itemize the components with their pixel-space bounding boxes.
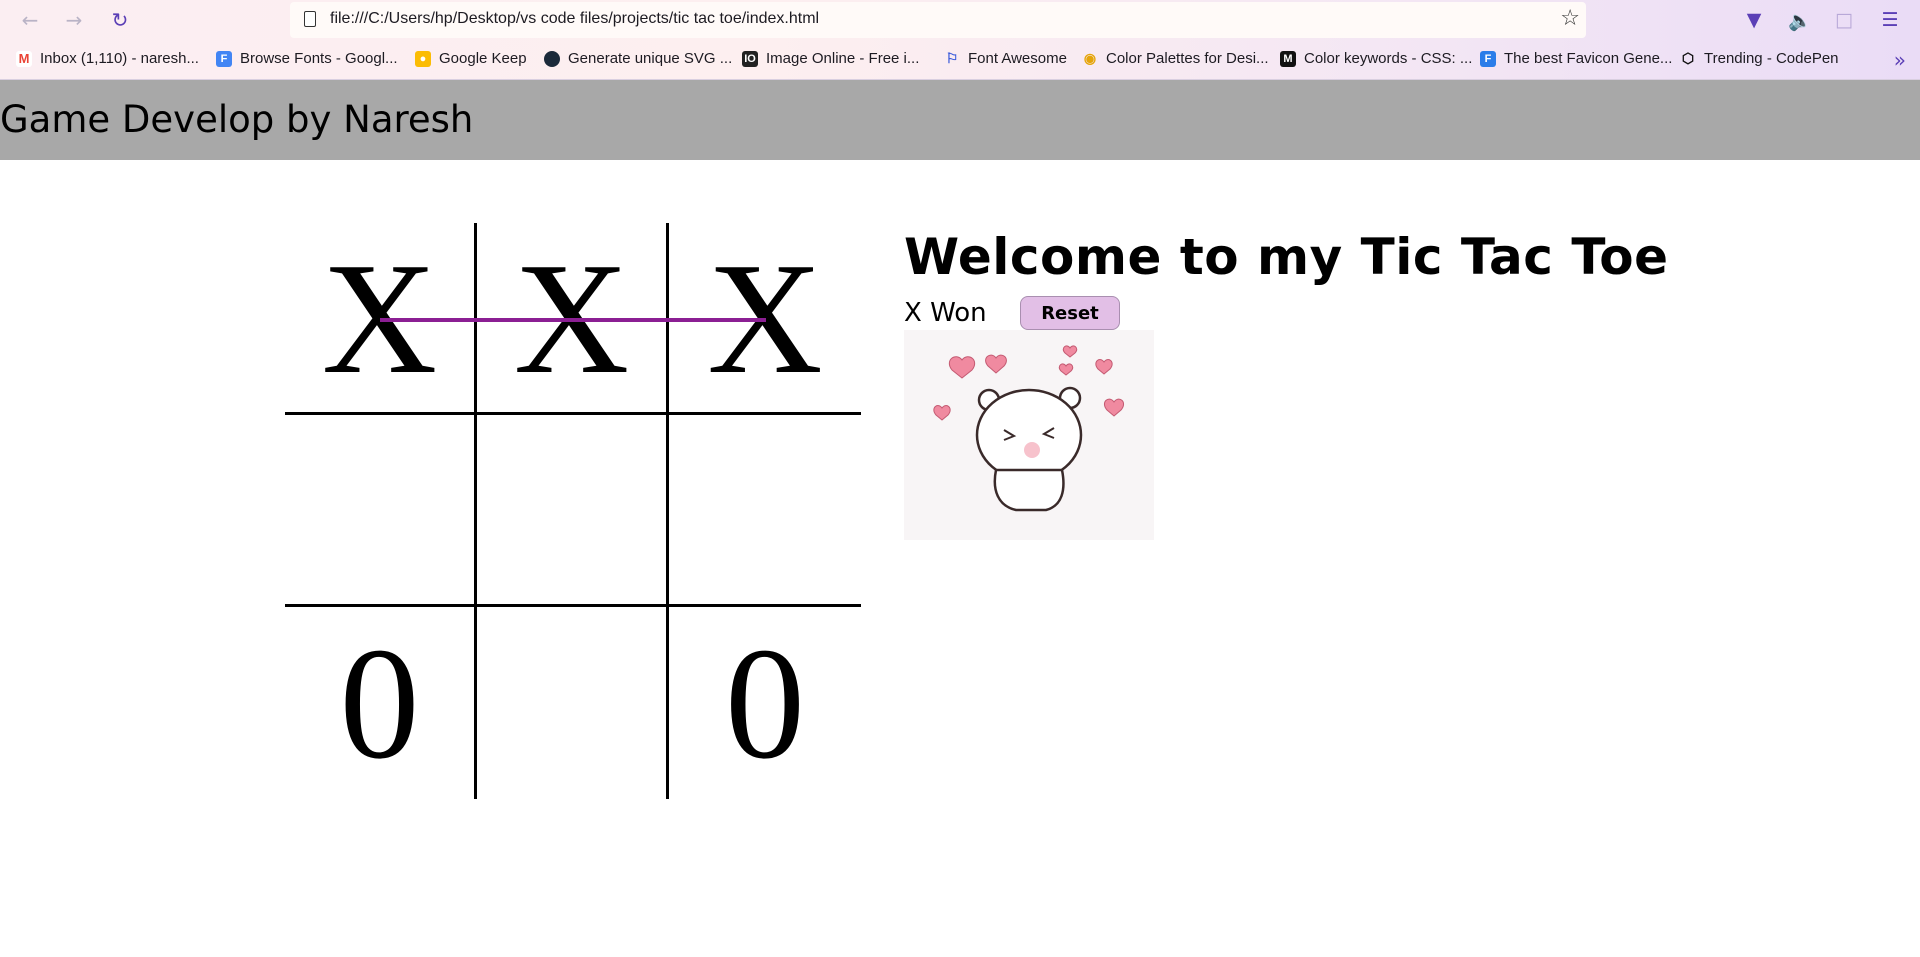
board-cell[interactable]	[669, 415, 861, 607]
bookmark-item[interactable]: ◉ Color Palettes for Desi...	[1082, 50, 1269, 67]
bookmark-item[interactable]: ⚐ Font Awesome	[944, 50, 1067, 67]
menu-icon[interactable]: ☰	[1876, 6, 1904, 34]
codepen-icon: ⬡	[1681, 50, 1695, 66]
board-cell[interactable]	[285, 415, 477, 607]
bookmark-label: The best Favicon Gene...	[1504, 50, 1673, 67]
reload-icon[interactable]: ↻	[106, 6, 134, 34]
bookmarks-bar: M Inbox (1,110) - naresh... F Browse Fon…	[0, 40, 1920, 80]
page-title: Game Develop by Naresh	[0, 98, 474, 141]
extension-icon[interactable]: □	[1830, 6, 1858, 34]
winning-line	[380, 318, 766, 322]
celebration-bear-image	[904, 330, 1154, 540]
forward-arrow-icon[interactable]: →	[60, 6, 88, 34]
board-cell[interactable]: 0	[669, 607, 861, 799]
bookmark-label: Color keywords - CSS: ...	[1304, 50, 1473, 67]
io-icon: IO	[742, 50, 758, 67]
bookmark-item[interactable]: IO Image Online - Free i...	[742, 50, 919, 67]
bookmark-item[interactable]: ⬡ Trending - CodePen	[1680, 50, 1839, 67]
page-icon	[304, 11, 316, 27]
board-cell[interactable]: 0	[285, 607, 477, 799]
bookmark-item[interactable]: M Inbox (1,110) - naresh...	[16, 50, 199, 67]
bookmark-label: Inbox (1,110) - naresh...	[40, 50, 199, 67]
reset-button[interactable]: Reset	[1020, 296, 1120, 330]
bookmark-label: Generate unique SVG ...	[568, 50, 733, 67]
page-header: Game Develop by Naresh	[0, 80, 1920, 160]
bookmark-item[interactable]: M Color keywords - CSS: ...	[1280, 50, 1472, 67]
svg-generator-icon	[544, 50, 560, 67]
info-panel: Welcome to my Tic Tac Toe X Won Reset	[904, 228, 1669, 330]
flag-icon: ⚐	[945, 50, 959, 66]
mdn-icon: M	[1280, 50, 1296, 67]
more-bookmarks-icon[interactable]: »	[1894, 48, 1906, 72]
bookmark-item[interactable]: ● Google Keep	[415, 50, 527, 67]
bookmark-item[interactable]: Generate unique SVG ...	[544, 50, 732, 67]
bookmark-label: Browse Fonts - Googl...	[240, 50, 398, 67]
browser-toolbar: ← → ↻ file:///C:/Users/hp/Desktop/vs cod…	[0, 0, 1920, 40]
board-cell[interactable]	[477, 607, 669, 799]
game-status: X Won	[904, 298, 987, 328]
bookmark-item[interactable]: F Browse Fonts - Googl...	[216, 50, 398, 67]
bookmark-label: Google Keep	[439, 50, 527, 67]
speaker-icon[interactable]: 🔈	[1786, 6, 1814, 34]
favicon-icon: F	[1480, 50, 1496, 67]
board-cell[interactable]	[477, 415, 669, 607]
game-board: X X X 0 0	[285, 223, 861, 799]
gmail-icon: M	[16, 50, 32, 67]
bookmark-item[interactable]: F The best Favicon Gene...	[1480, 50, 1672, 67]
welcome-heading: Welcome to my Tic Tac Toe	[904, 228, 1669, 286]
bookmark-label: Font Awesome	[968, 50, 1067, 67]
pocket-icon[interactable]: ▼	[1740, 6, 1768, 34]
bookmark-star-icon[interactable]: ☆	[1560, 6, 1580, 31]
palette-icon: ◉	[1083, 50, 1097, 66]
url-text[interactable]: file:///C:/Users/hp/Desktop/vs code file…	[330, 10, 819, 28]
google-fonts-icon: F	[216, 50, 232, 67]
bear-illustration	[933, 345, 1125, 512]
status-row: X Won Reset	[904, 296, 1204, 330]
bookmark-label: Color Palettes for Desi...	[1106, 50, 1269, 67]
keep-icon: ●	[415, 50, 431, 67]
url-bar[interactable]: file:///C:/Users/hp/Desktop/vs code file…	[290, 2, 1586, 38]
bookmark-label: Trending - CodePen	[1704, 50, 1839, 67]
back-arrow-icon[interactable]: ←	[16, 6, 44, 34]
bookmark-label: Image Online - Free i...	[766, 50, 920, 67]
